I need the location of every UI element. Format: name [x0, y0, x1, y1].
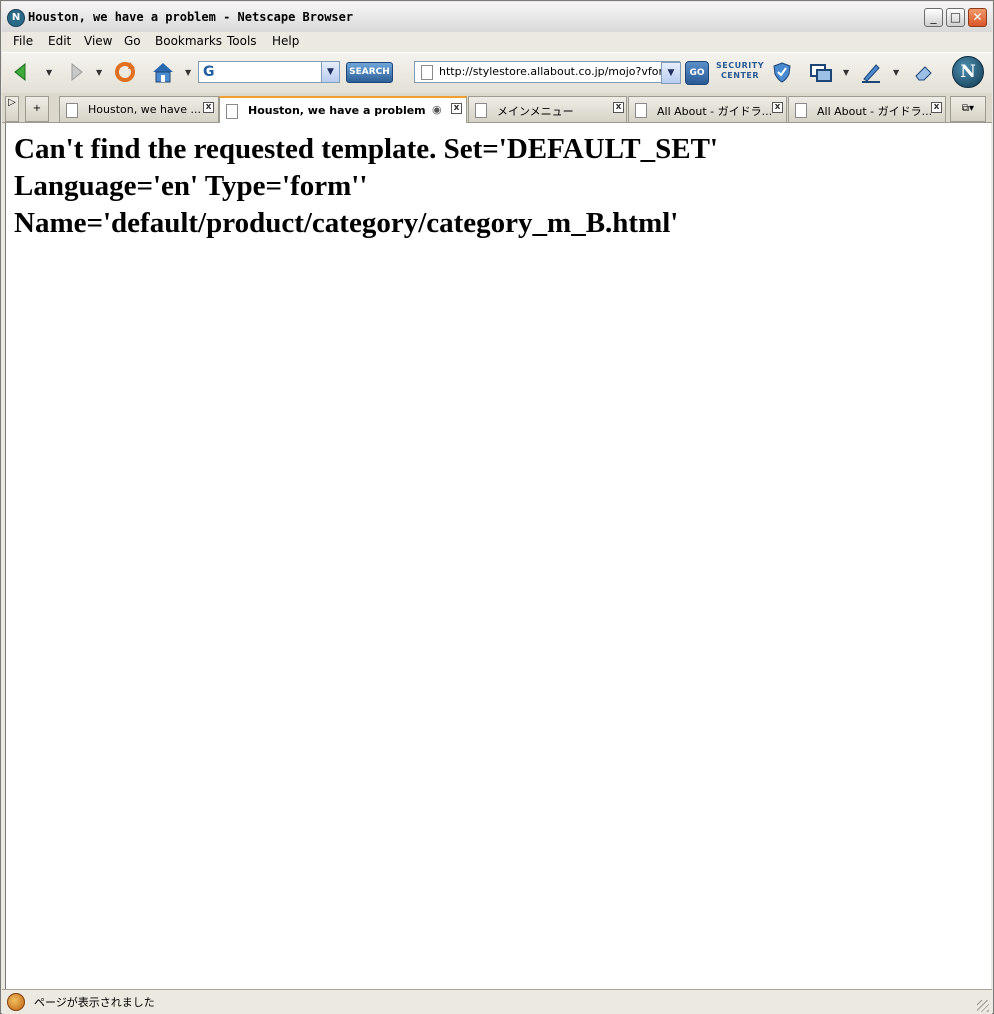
page-content: Can't find the requested template. Set='…	[5, 123, 991, 989]
new-tab-button[interactable]: +	[25, 96, 49, 122]
tab-security-icon: ◉	[432, 103, 442, 116]
menu-bookmarks[interactable]: Bookmarks	[155, 34, 222, 48]
url-history-dropdown-icon[interactable]: ▼	[661, 62, 681, 84]
security-center-button[interactable]: SECURITY CENTER	[714, 61, 766, 81]
tab-label: All About - ガイドラ...	[817, 105, 933, 118]
back-icon[interactable]	[9, 59, 35, 85]
menu-tools[interactable]: Tools	[227, 34, 257, 48]
search-input[interactable]: G ▼	[198, 61, 340, 83]
page-icon	[226, 104, 238, 119]
minimize-button[interactable]: _	[924, 8, 943, 27]
browser-window: N Houston, we have a problem - Netscape …	[0, 0, 994, 1014]
home-icon[interactable]	[150, 59, 176, 85]
go-button[interactable]: GO	[685, 61, 709, 85]
menu-edit[interactable]: Edit	[48, 34, 71, 48]
page-icon	[66, 103, 78, 118]
title-bar: N Houston, we have a problem - Netscape …	[2, 2, 992, 33]
close-button[interactable]: ✕	[968, 8, 987, 27]
search-button[interactable]: SEARCH	[346, 62, 393, 83]
pen-dropdown-icon[interactable]: ▼	[893, 68, 899, 77]
maximize-button[interactable]: □	[946, 8, 965, 27]
window-dropdown-icon[interactable]: ▼	[843, 68, 849, 77]
eraser-icon[interactable]	[911, 59, 937, 85]
tab-label: All About - ガイドラ...	[657, 105, 773, 118]
tab-close-icon[interactable]: x	[931, 102, 942, 113]
menu-bar: File Edit View Go Bookmarks Tools Help	[2, 32, 992, 52]
tab-label: Houston, we have a problem	[248, 104, 426, 117]
menu-view[interactable]: View	[84, 34, 112, 48]
security-shield-icon[interactable]	[769, 59, 795, 85]
navigation-toolbar: ▼ ▼ ▼ G ▼ SEARCH http://stylestore.allab…	[2, 52, 992, 94]
status-text: ページが表示されました	[34, 996, 155, 1009]
page-icon	[421, 65, 433, 80]
status-bar: ページが表示されました	[2, 989, 992, 1014]
page-icon	[475, 103, 487, 118]
forward-icon[interactable]	[62, 59, 88, 85]
netscape-app-icon: N	[7, 9, 25, 27]
page-icon	[635, 103, 647, 118]
security-center-label-1: SECURITY	[716, 61, 764, 70]
tab-close-icon[interactable]: x	[451, 103, 462, 114]
tab-scroll-left-icon[interactable]: ▷	[5, 96, 19, 122]
tab-allabout-2[interactable]: All About - ガイドラ... x	[788, 96, 946, 122]
tab-label: メインメニュー	[497, 105, 574, 118]
netscape-logo-icon[interactable]: N	[952, 56, 984, 88]
url-input[interactable]: http://stylestore.allabout.co.jp/mojo?vf…	[414, 61, 680, 83]
security-center-label-2: CENTER	[720, 71, 760, 80]
resize-grip-icon[interactable]	[977, 1000, 989, 1012]
tab-close-icon[interactable]: x	[203, 102, 214, 113]
page-icon	[795, 103, 807, 118]
tab-houston-1[interactable]: Houston, we have ... x	[59, 96, 219, 122]
tab-label: Houston, we have ...	[88, 103, 201, 116]
menu-go[interactable]: Go	[124, 34, 141, 48]
home-dropdown-icon[interactable]: ▼	[185, 68, 191, 77]
url-text: http://stylestore.allabout.co.jp/mojo?vf…	[439, 65, 674, 78]
error-heading: Can't find the requested template. Set='…	[14, 133, 718, 239]
menu-help[interactable]: Help	[272, 34, 299, 48]
window-icon[interactable]	[808, 59, 834, 85]
window-title: Houston, we have a problem - Netscape Br…	[28, 10, 354, 24]
tab-list-icon[interactable]: ⧉▾	[950, 96, 986, 122]
tab-allabout-1[interactable]: All About - ガイドラ... x	[628, 96, 787, 122]
status-globe-icon	[7, 993, 25, 1011]
tab-close-icon[interactable]: x	[772, 102, 783, 113]
menu-file[interactable]: File	[13, 34, 33, 48]
search-engine-dropdown-icon[interactable]: ▼	[321, 62, 339, 82]
search-engine-icon: G	[203, 64, 215, 80]
back-dropdown-icon[interactable]: ▼	[46, 68, 52, 77]
tab-houston-active[interactable]: Houston, we have a problem ◉ x	[219, 96, 467, 123]
pen-icon[interactable]	[858, 59, 884, 85]
tab-close-icon[interactable]: x	[613, 102, 624, 113]
tab-bar: ▷ + Houston, we have ... x Houston, we h…	[2, 93, 992, 123]
forward-dropdown-icon[interactable]: ▼	[96, 68, 102, 77]
reload-icon[interactable]	[112, 59, 138, 85]
tab-main-menu[interactable]: メインメニュー x	[468, 96, 627, 122]
